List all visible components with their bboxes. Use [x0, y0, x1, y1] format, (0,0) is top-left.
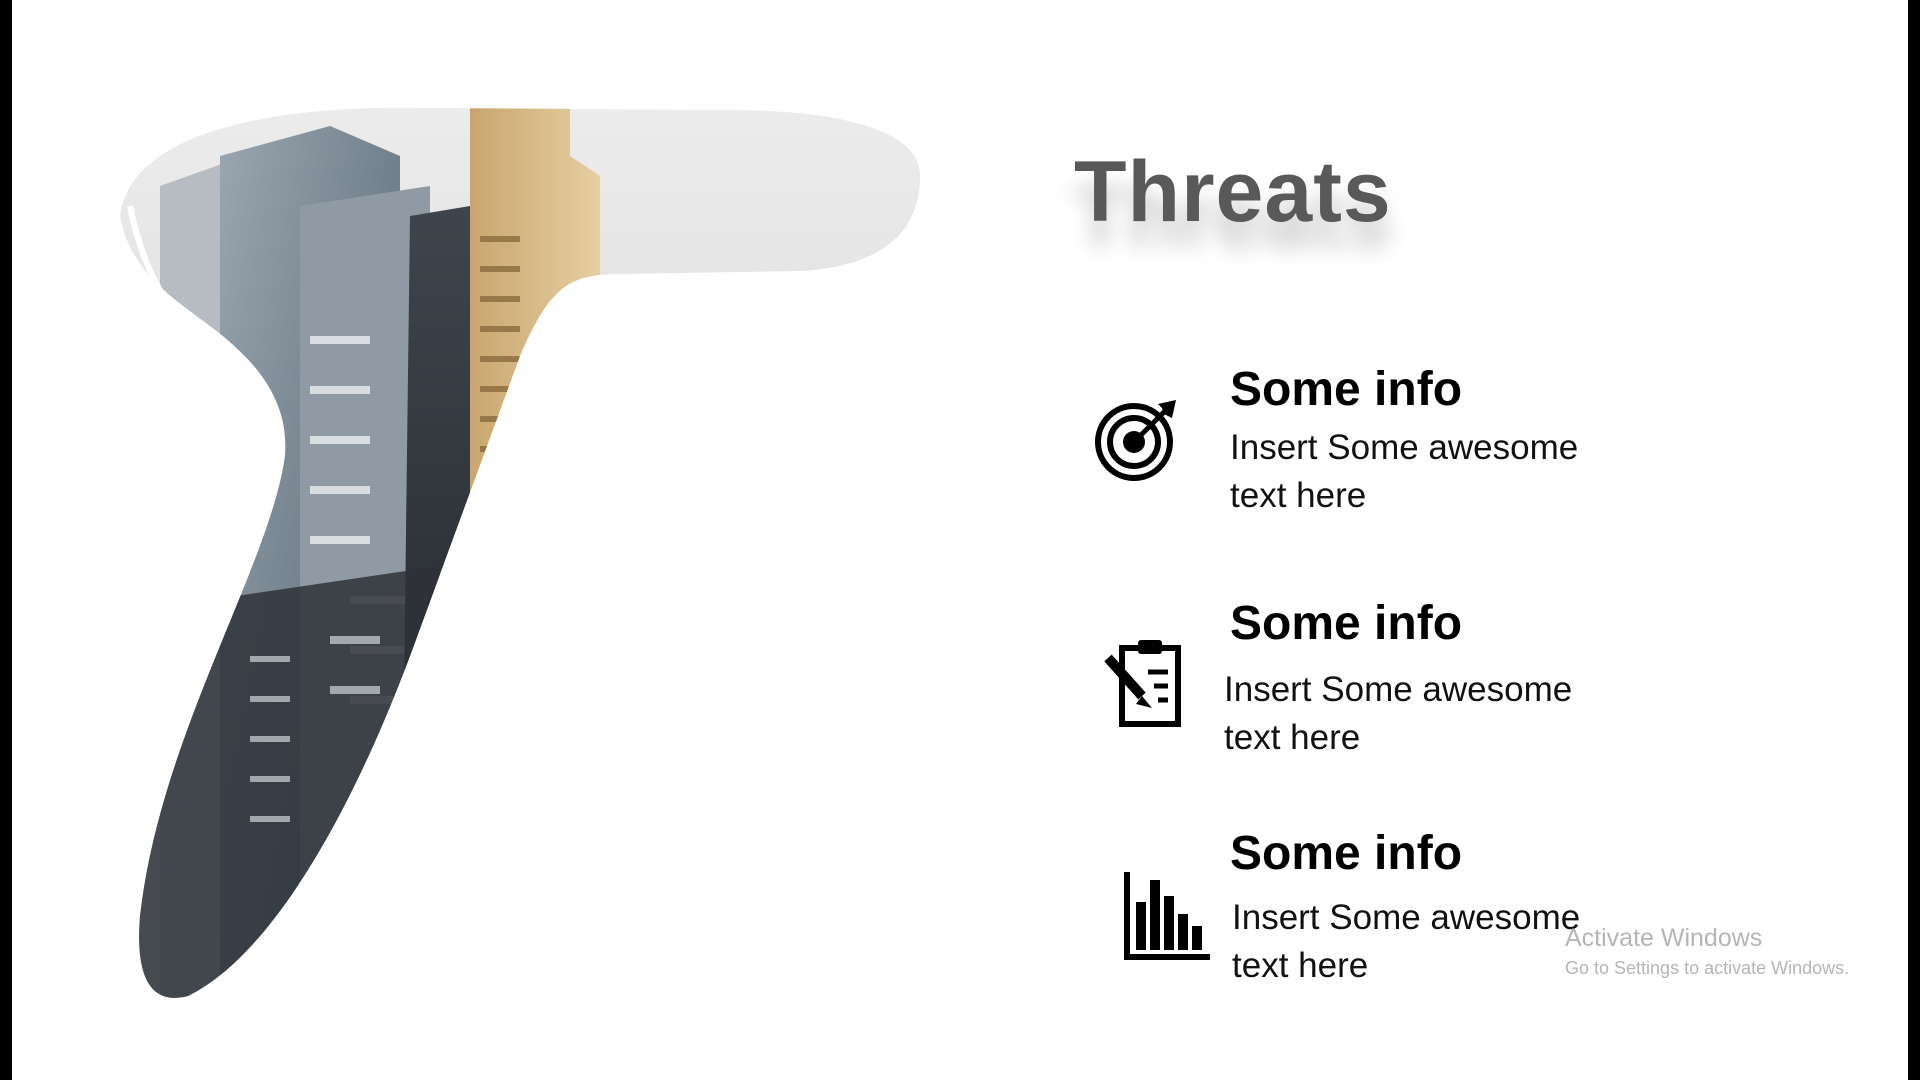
slide-title: Threats — [1074, 144, 1392, 240]
screen: Threats Some info Insert Some awesome te… — [0, 0, 1920, 1080]
info-item-1: Some info Insert Some awesome text here — [1230, 362, 1650, 520]
activate-windows-watermark: Activate Windows Go to Settings to activ… — [1565, 922, 1849, 982]
info-heading: Some info — [1230, 363, 1463, 416]
presentation-slide: Threats Some info Insert Some awesome te… — [12, 0, 1908, 1080]
clipboard-pencil-icon — [1104, 640, 1181, 727]
watermark-title: Activate Windows — [1565, 924, 1763, 952]
watermark-subtitle: Go to Settings to activate Windows. — [1565, 958, 1850, 978]
info-text: Insert Some awesome text here — [1230, 428, 1579, 515]
info-heading: Some info — [1230, 597, 1463, 650]
city-buildings-letter-t-image — [120, 107, 920, 998]
target-icon — [1095, 400, 1176, 481]
info-item-2: Some info Insert Some awesome text here — [1224, 596, 1650, 762]
bar-chart-icon — [1124, 872, 1210, 960]
info-heading: Some info — [1230, 827, 1463, 880]
info-text: Insert Some awesome text here — [1224, 670, 1573, 757]
